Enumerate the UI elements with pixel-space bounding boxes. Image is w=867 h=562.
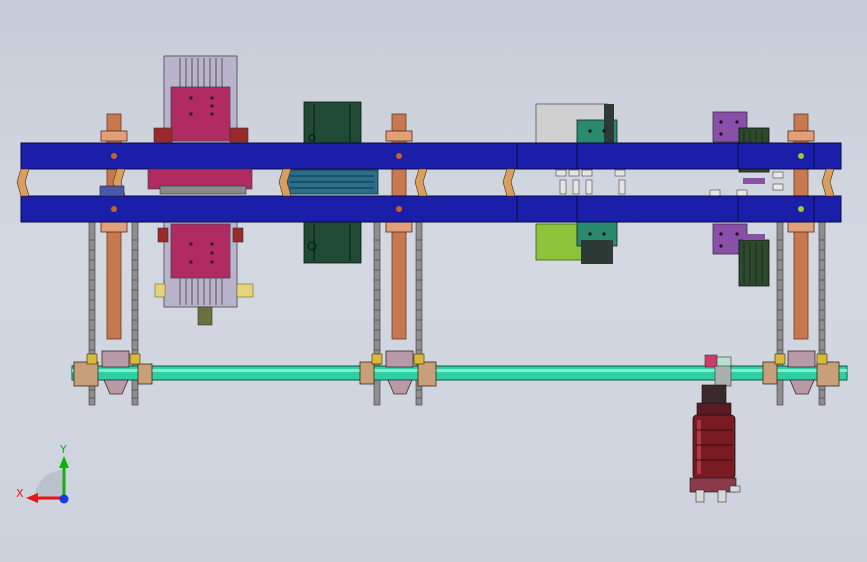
y-axis-label: Y <box>60 443 67 456</box>
gripper-block-lower <box>303 221 362 264</box>
cross-beam-upper <box>20 142 842 170</box>
mount-plate-lower <box>535 221 618 264</box>
servo-motor <box>689 384 741 503</box>
x-axis-label: X <box>16 487 24 500</box>
z-axis-dot <box>59 494 69 504</box>
mount-plate-upper <box>535 103 618 145</box>
cylinder-bottom-left <box>154 221 254 326</box>
gripper-right-lower <box>712 223 770 287</box>
gripper-slide <box>285 169 379 195</box>
gripper-block-upper <box>303 101 362 145</box>
assembly-drawing <box>16 55 848 504</box>
cross-beam-lower <box>20 195 842 223</box>
cad-viewport[interactable]: Y X <box>0 0 867 562</box>
cylinder-top-left <box>153 55 249 144</box>
coordinate-triad <box>26 456 69 504</box>
vacuum-cups <box>555 169 626 195</box>
